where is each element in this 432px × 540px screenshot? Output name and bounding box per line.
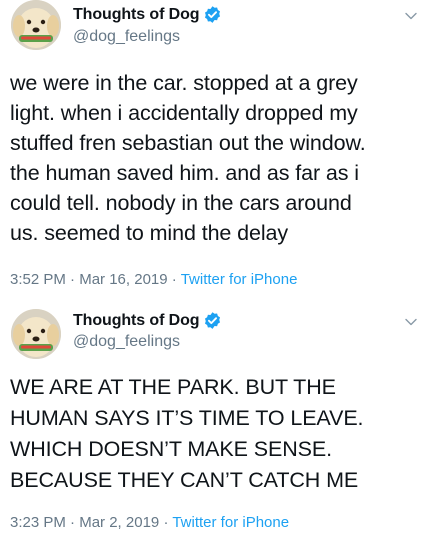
tweet-time[interactable]: 3:52 PM (10, 271, 66, 288)
display-name[interactable]: Thoughts of Dog (73, 6, 200, 24)
tweet[interactable]: Thoughts of Dog @dog_feelings we were in… (0, 0, 432, 300)
verified-badge-icon (203, 5, 222, 24)
author-row[interactable]: Thoughts of Dog (73, 5, 222, 24)
verified-badge-icon (203, 311, 222, 330)
tweet-meta: 3:52 PM · Mar 16, 2019 · Twitter for iPh… (10, 271, 297, 288)
author-handle[interactable]: @dog_feelings (73, 28, 180, 46)
chevron-down-icon[interactable] (403, 314, 419, 330)
tweet[interactable]: Thoughts of Dog @dog_feelings WE ARE AT … (0, 300, 432, 540)
display-name[interactable]: Thoughts of Dog (73, 312, 200, 330)
tweet-text: WE ARE AT THE PARK. BUT THE HUMAN SAYS I… (10, 375, 364, 492)
meta-separator: · (171, 271, 177, 288)
tweet-source-link[interactable]: Twitter for iPhone (172, 514, 289, 531)
tweet-text: we were in the car. stopped at a grey li… (10, 71, 366, 245)
dog-avatar-icon[interactable] (11, 309, 61, 359)
tweet-meta: 3:23 PM · Mar 2, 2019 · Twitter for iPho… (10, 514, 289, 531)
meta-separator: · (163, 514, 169, 531)
tweet-date[interactable]: Mar 16, 2019 (79, 271, 167, 288)
dog-avatar-icon[interactable] (11, 0, 61, 50)
chevron-down-icon[interactable] (403, 8, 419, 24)
author-handle[interactable]: @dog_feelings (73, 333, 180, 351)
tweet-date[interactable]: Mar 2, 2019 (79, 514, 159, 531)
meta-separator: · (70, 271, 76, 288)
author-row[interactable]: Thoughts of Dog (73, 311, 222, 330)
tweet-time[interactable]: 3:23 PM (10, 514, 66, 531)
meta-separator: · (70, 514, 76, 531)
tweet-source-link[interactable]: Twitter for iPhone (181, 271, 298, 288)
